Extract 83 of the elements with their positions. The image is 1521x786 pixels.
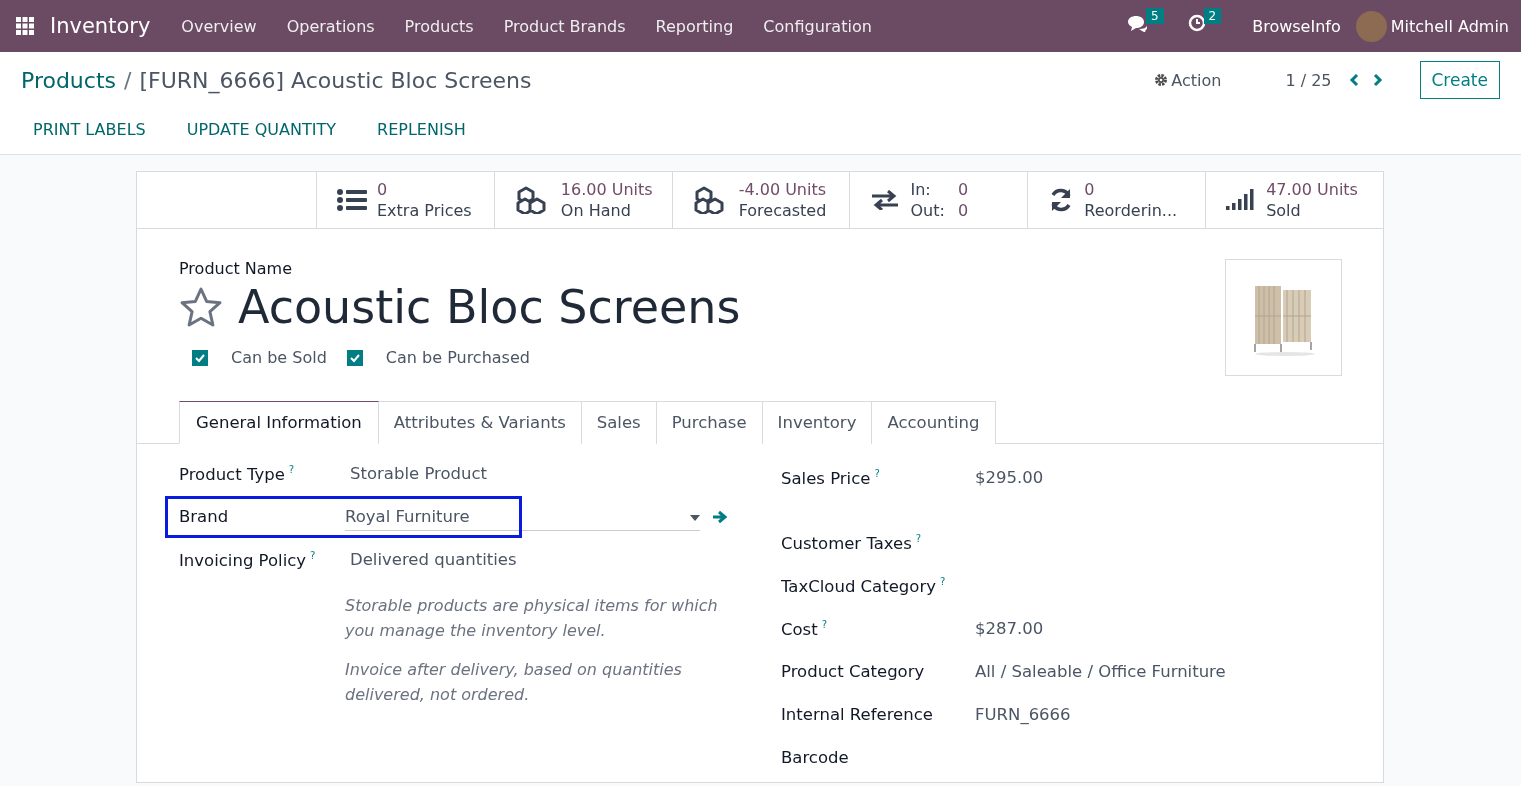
field-label: Product Type $^{?}$ bbox=[179, 464, 296, 484]
checkbox[interactable] bbox=[346, 349, 363, 366]
bar-signal-icon bbox=[1226, 189, 1257, 211]
star-icon[interactable] bbox=[179, 286, 223, 328]
app-name[interactable]: Inventory bbox=[50, 14, 151, 38]
action-menu-button[interactable]: Action bbox=[1148, 69, 1228, 91]
menu-item[interactable]: Reporting bbox=[640, 16, 749, 36]
stat-label: Sold bbox=[1266, 200, 1302, 221]
breadcrumb-current: [FURN_6666] Acoustic Bloc Screens bbox=[139, 67, 532, 93]
field-label: Internal Reference bbox=[781, 705, 934, 724]
message-count-badge: 5 bbox=[1145, 8, 1164, 24]
field-label: Brand bbox=[179, 507, 230, 526]
field-value: Delivered quantities bbox=[350, 550, 517, 569]
checkbox-label: Can be Purchased bbox=[385, 348, 530, 367]
tab[interactable]: Sales bbox=[581, 401, 657, 444]
product-name: Acoustic Bloc Screens bbox=[238, 280, 741, 334]
stat-value: 0 bbox=[377, 179, 389, 200]
list-icon bbox=[337, 188, 367, 212]
field-value: FURN_6666 bbox=[975, 705, 1071, 724]
help-tooltip[interactable]: ? bbox=[821, 619, 827, 630]
help-note: Storable products are physical items for which you manage the inventory level. bbox=[345, 595, 719, 642]
stat-value: 47.00 Units bbox=[1266, 179, 1358, 200]
stat-value: 0 bbox=[957, 179, 969, 200]
tab[interactable]: Purchase bbox=[656, 401, 763, 444]
stat-label: In: bbox=[910, 179, 932, 200]
stat-value: -4.00 Units bbox=[738, 179, 827, 200]
field-label: Customer Taxes $^{?}$ bbox=[781, 533, 923, 553]
header-button[interactable]: UPDATE QUANTITY bbox=[174, 119, 366, 143]
gear-icon bbox=[1154, 73, 1169, 87]
field-value: $287.00 bbox=[975, 619, 1044, 638]
tab[interactable]: Inventory bbox=[762, 401, 873, 444]
arrow-right-icon[interactable] bbox=[712, 510, 728, 524]
menu-item[interactable]: Overview bbox=[166, 16, 272, 36]
help-tooltip[interactable]: ? bbox=[940, 576, 946, 587]
apps-grid-icon[interactable] bbox=[16, 17, 34, 35]
help-tooltip[interactable]: ? bbox=[288, 464, 295, 475]
user-menu[interactable]: Mitchell Admin bbox=[1386, 16, 1509, 36]
help-note: Invoice after delivery, based on quantities delivered, not ordered. bbox=[345, 659, 683, 706]
breadcrumb-separator: / bbox=[124, 67, 132, 93]
field-value: $295.00 bbox=[975, 468, 1044, 487]
stat-label: Out: bbox=[910, 200, 945, 221]
chevron-right-icon bbox=[1372, 73, 1383, 87]
stat-label: On Hand bbox=[560, 200, 632, 221]
help-tooltip[interactable]: ? bbox=[874, 468, 880, 479]
pager-value: 1 / 25 bbox=[1285, 70, 1332, 90]
field-label: Sales Price $^{?}$ bbox=[781, 468, 881, 488]
stat-value: 16.00 Units bbox=[560, 179, 653, 200]
stat-label: Forecasted bbox=[738, 200, 827, 221]
breadcrumb-link[interactable]: Products bbox=[21, 67, 116, 93]
company-switcher[interactable]: BrowseInfo bbox=[1237, 16, 1356, 36]
field-label: TaxCloud Category $^{?}$ bbox=[781, 576, 947, 596]
field-label: Barcode bbox=[781, 748, 850, 767]
chat-icon[interactable] bbox=[1125, 14, 1148, 32]
tab[interactable]: General Information bbox=[179, 401, 379, 444]
menu-item[interactable]: Configuration bbox=[748, 16, 887, 36]
field-label: Product Category bbox=[781, 662, 926, 681]
clock-icon[interactable] bbox=[1187, 14, 1206, 32]
stat-value: 0 bbox=[1084, 179, 1096, 200]
field-value: All / Saleable / Office Furniture bbox=[975, 662, 1226, 681]
menu-item[interactable]: Operations bbox=[271, 16, 390, 36]
menu-item[interactable]: Product Brands bbox=[488, 16, 641, 36]
field-label: Product Name bbox=[179, 259, 294, 278]
field-label: Cost $^{?}$ bbox=[781, 619, 828, 639]
help-tooltip[interactable]: ? bbox=[915, 533, 922, 544]
header-button[interactable]: PRINT LABELS bbox=[21, 119, 175, 143]
stat-label: Reorderin... bbox=[1084, 200, 1178, 221]
tab[interactable]: Accounting bbox=[872, 401, 996, 444]
stat-label: Extra Prices bbox=[377, 200, 472, 221]
brand-select-field[interactable]: Royal Furniture bbox=[345, 507, 700, 531]
activity-count-badge: 2 bbox=[1203, 8, 1222, 24]
create-button[interactable]: Create bbox=[1419, 61, 1500, 99]
stat-value: 0 bbox=[957, 200, 969, 221]
header-button[interactable]: REPLENISH bbox=[365, 119, 495, 143]
caret-icon bbox=[690, 515, 700, 521]
checkbox-label: Can be Sold bbox=[231, 348, 327, 367]
menu-item[interactable]: Products bbox=[389, 16, 489, 36]
checkbox[interactable] bbox=[192, 349, 208, 366]
field-value: Storable Product bbox=[350, 464, 488, 483]
tab[interactable]: Attributes & Variants bbox=[378, 401, 582, 444]
chevron-left-icon bbox=[1348, 73, 1359, 87]
exchange-arrows-icon bbox=[870, 190, 901, 210]
field-label: Invoicing Policy $^{?}$ bbox=[179, 550, 317, 570]
help-tooltip[interactable]: ? bbox=[310, 550, 316, 561]
